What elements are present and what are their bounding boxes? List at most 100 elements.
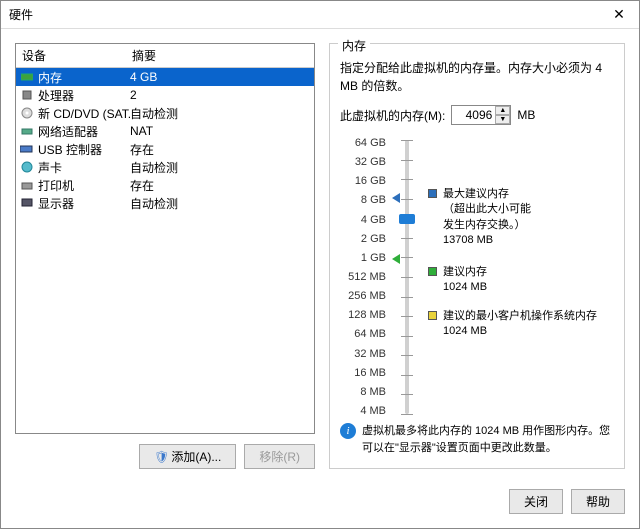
hw-label: 声卡 <box>38 159 130 176</box>
display-icon <box>20 196 34 210</box>
tick-mark <box>401 257 413 258</box>
hardware-row-sound[interactable]: 声卡自动检测 <box>16 158 314 176</box>
printer-icon <box>20 178 34 192</box>
col-summary[interactable]: 摘要 <box>126 44 314 67</box>
slider-tick-labels: 64 GB32 GB16 GB8 GB4 GB2 GB1 GB512 MB256… <box>340 137 386 417</box>
hw-summary: 自动检测 <box>130 105 310 122</box>
hw-summary: 自动检测 <box>130 159 310 176</box>
tick-label: 512 MB <box>340 271 386 283</box>
hw-label: 显示器 <box>38 195 130 212</box>
hw-summary: 存在 <box>130 141 310 158</box>
tick-mark <box>401 179 413 180</box>
memory-unit: MB <box>517 108 535 122</box>
memory-markers-legend: 最大建议内存 （超出此大小可能 发生内存交换。） 13708 MB 建议内存 1… <box>428 137 614 417</box>
tick-label: 8 MB <box>340 386 386 398</box>
legend-min-value: 1024 MB <box>443 324 597 339</box>
titlebar: 硬件 ✕ <box>1 1 639 29</box>
add-button[interactable]: 🛡添加(A)... <box>139 444 236 469</box>
hardware-buttons: 🛡添加(A)... 移除(R) <box>15 434 315 479</box>
cpu-icon <box>20 88 34 102</box>
hardware-list: 设备 摘要 内存4 GB处理器2新 CD/DVD (SAT...自动检测网络适配… <box>15 43 315 434</box>
tick-label: 4 GB <box>340 214 386 226</box>
tick-label: 128 MB <box>340 309 386 321</box>
memory-slider[interactable] <box>394 137 420 417</box>
hw-label: USB 控制器 <box>38 141 130 158</box>
tick-mark <box>401 336 413 337</box>
close-icon[interactable]: ✕ <box>599 1 639 28</box>
close-button[interactable]: 关闭 <box>509 489 563 514</box>
hw-summary: 4 GB <box>130 70 310 84</box>
col-device[interactable]: 设备 <box>16 44 126 67</box>
memory-fieldset: 内存 指定分配给此虚拟机的内存量。内存大小必须为 4 MB 的倍数。 此虚拟机的… <box>329 43 625 469</box>
tick-label: 1 GB <box>340 252 386 264</box>
help-button[interactable]: 帮助 <box>571 489 625 514</box>
hw-label: 处理器 <box>38 87 130 104</box>
tick-label: 4 MB <box>340 405 386 417</box>
hardware-list-header: 设备 摘要 <box>16 44 314 68</box>
hw-label: 网络适配器 <box>38 123 130 140</box>
hardware-row-network[interactable]: 网络适配器NAT <box>16 122 314 140</box>
hw-summary: 自动检测 <box>130 195 310 212</box>
hw-label: 打印机 <box>38 177 130 194</box>
legend-max: 最大建议内存 （超出此大小可能 发生内存交换。） 13708 MB <box>428 187 531 249</box>
memory-legend: 内存 <box>338 37 370 54</box>
tick-label: 64 GB <box>340 137 386 149</box>
shield-icon: 🛡 <box>154 450 169 464</box>
legend-rec-value: 1024 MB <box>443 280 487 295</box>
tick-label: 16 MB <box>340 367 386 379</box>
hw-summary: NAT <box>130 124 310 138</box>
spin-up-icon[interactable]: ▲ <box>495 106 510 115</box>
memory-input-label: 此虚拟机的内存(M): <box>340 107 445 124</box>
memory-input-row: 此虚拟机的内存(M): ▲▼ MB <box>340 105 614 125</box>
spin-down-icon[interactable]: ▼ <box>495 115 510 124</box>
hardware-dialog: 硬件 ✕ 设备 摘要 内存4 GB处理器2新 CD/DVD (SAT...自动检… <box>0 0 640 529</box>
hardware-row-display[interactable]: 显示器自动检测 <box>16 194 314 212</box>
legend-min: 建议的最小客户机操作系统内存 1024 MB <box>428 309 597 340</box>
tick-mark <box>401 355 413 356</box>
dialog-content: 设备 摘要 内存4 GB处理器2新 CD/DVD (SAT...自动检测网络适配… <box>1 29 639 479</box>
hardware-row-memory[interactable]: 内存4 GB <box>16 68 314 86</box>
tick-label: 64 MB <box>340 328 386 340</box>
tick-mark <box>401 238 413 239</box>
usb-icon <box>20 142 34 156</box>
legend-max-value: 13708 MB <box>443 233 531 248</box>
memory-info: i 虚拟机最多将此内存的 1024 MB 用作图形内存。您可以在"显示器"设置页… <box>340 417 614 456</box>
memory-panel: 内存 指定分配给此虚拟机的内存量。内存大小必须为 4 MB 的倍数。 此虚拟机的… <box>329 43 625 479</box>
tick-mark <box>401 375 413 376</box>
hardware-panel: 设备 摘要 内存4 GB处理器2新 CD/DVD (SAT...自动检测网络适配… <box>15 43 315 479</box>
memory-slider-area: 64 GB32 GB16 GB8 GB4 GB2 GB1 GB512 MB256… <box>340 137 614 417</box>
tick-label: 32 MB <box>340 348 386 360</box>
legend-max-note2: 发生内存交换。） <box>443 218 531 233</box>
cd-icon <box>20 106 34 120</box>
hardware-row-cd[interactable]: 新 CD/DVD (SAT...自动检测 <box>16 104 314 122</box>
square-green-icon <box>428 267 437 276</box>
hardware-row-printer[interactable]: 打印机存在 <box>16 176 314 194</box>
tick-mark <box>401 199 413 200</box>
tick-label: 256 MB <box>340 290 386 302</box>
slider-thumb[interactable] <box>399 214 415 224</box>
hw-label: 新 CD/DVD (SAT... <box>38 105 130 122</box>
memory-description: 指定分配给此虚拟机的内存量。内存大小必须为 4 MB 的倍数。 <box>340 59 614 95</box>
tick-label: 8 GB <box>340 194 386 206</box>
hw-summary: 存在 <box>130 177 310 194</box>
square-blue-icon <box>428 189 437 198</box>
spinner-buttons[interactable]: ▲▼ <box>495 106 510 124</box>
tick-mark <box>401 297 413 298</box>
square-yellow-icon <box>428 311 437 320</box>
hardware-row-cpu[interactable]: 处理器2 <box>16 86 314 104</box>
legend-min-label: 建议的最小客户机操作系统内存 <box>443 309 597 324</box>
memory-spinner[interactable]: ▲▼ <box>451 105 511 125</box>
memory-info-text: 虚拟机最多将此内存的 1024 MB 用作图形内存。您可以在"显示器"设置页面中… <box>362 423 614 456</box>
legend-max-label: 最大建议内存 <box>443 187 531 202</box>
marker-max-icon <box>392 193 400 203</box>
network-icon <box>20 124 34 138</box>
tick-label: 32 GB <box>340 156 386 168</box>
tick-mark <box>401 277 413 278</box>
memory-icon <box>20 70 34 84</box>
marker-rec-icon <box>392 254 400 264</box>
hw-summary: 2 <box>130 88 310 102</box>
tick-mark <box>401 316 413 317</box>
info-icon: i <box>340 423 356 439</box>
dialog-footer: 关闭 帮助 <box>1 479 639 528</box>
hardware-row-usb[interactable]: USB 控制器存在 <box>16 140 314 158</box>
